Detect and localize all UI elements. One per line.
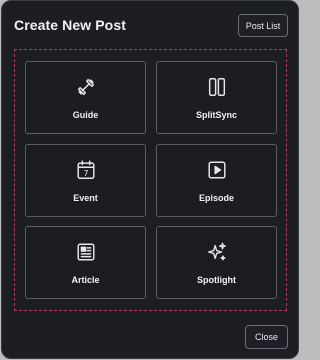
tile-guide[interactable]: Guide [25,61,146,134]
article-icon [75,241,97,263]
post-list-button[interactable]: Post List [238,14,288,37]
tile-episode[interactable]: Episode [156,144,277,217]
tile-label: Episode [198,193,234,203]
tile-article[interactable]: Article [25,226,146,299]
dumbbell-icon [75,76,97,98]
tile-label: Article [71,275,100,285]
play-icon [206,159,228,181]
tile-event[interactable]: 7 Event [25,144,146,217]
tile-label: Spotlight [197,275,236,285]
tile-label: Guide [72,110,99,120]
sparkles-icon [206,241,228,263]
tile-spotlight[interactable]: Spotlight [156,226,277,299]
tile-splitsync[interactable]: SplitSync [156,61,277,134]
calendar-day-number: 7 [83,169,88,178]
tile-label: Event [73,193,98,203]
columns-icon [206,76,228,98]
tile-label: SplitSync [195,110,237,120]
calendar-icon: 7 [75,159,97,181]
close-button[interactable]: Close [245,325,288,349]
post-type-grid: Guide SplitSync 7 Event Episode Article … [14,49,287,311]
create-post-dialog: Create New Post Post List Guide SplitSyn… [1,0,299,359]
dialog-title: Create New Post [14,17,126,33]
